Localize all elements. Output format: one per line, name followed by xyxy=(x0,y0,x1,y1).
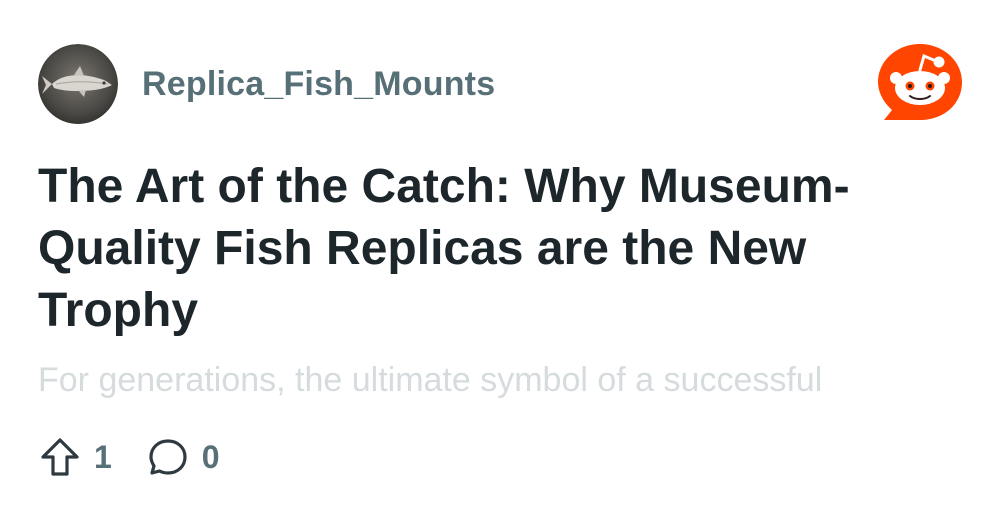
post-card[interactable]: Replica_Fish_Mounts The Art of the Catch… xyxy=(0,0,1000,521)
fish-avatar-icon[interactable] xyxy=(38,44,118,124)
post-preview-text: For generations, the ultimate symbol of … xyxy=(38,361,823,399)
post-title[interactable]: The Art of the Catch: Why Museum-Quality… xyxy=(38,156,938,342)
post-actions: 1 0 xyxy=(38,432,254,482)
upvote-arrow-icon xyxy=(38,435,82,479)
comment-button[interactable]: 0 xyxy=(146,435,220,479)
comment-bubble-icon xyxy=(146,435,190,479)
comment-count: 0 xyxy=(201,438,220,475)
post-header: Replica_Fish_Mounts xyxy=(38,44,495,124)
username-link[interactable]: Replica_Fish_Mounts xyxy=(142,65,495,104)
upvote-button[interactable]: 1 xyxy=(38,435,112,479)
upvote-count: 1 xyxy=(94,438,112,475)
reddit-snoo-icon[interactable] xyxy=(874,40,966,128)
